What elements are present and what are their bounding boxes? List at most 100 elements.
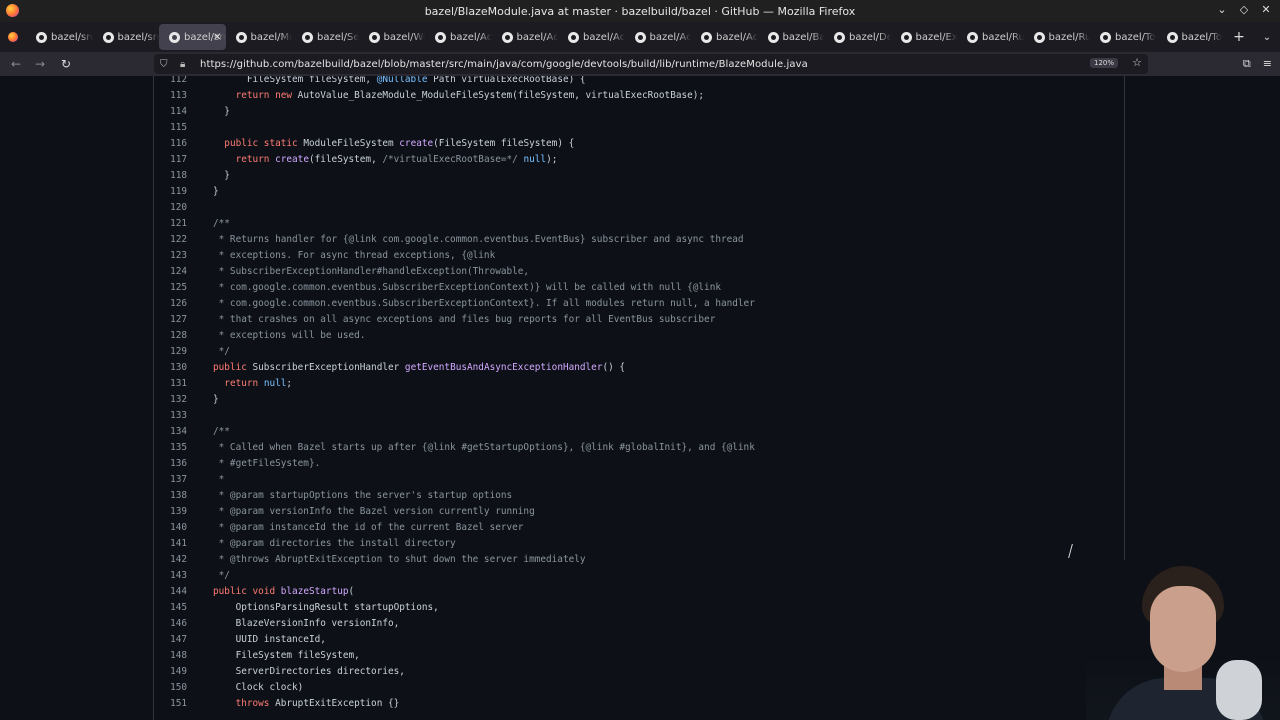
extensions-icon[interactable]: ⧉: [1243, 57, 1251, 71]
line-number[interactable]: 148: [154, 648, 187, 664]
line-number[interactable]: 134: [154, 424, 187, 440]
line-number[interactable]: 138: [154, 488, 187, 504]
github-icon: [102, 31, 114, 43]
line-number[interactable]: 118: [154, 168, 187, 184]
browser-tab[interactable]: bazel/src: [93, 24, 159, 50]
browser-tab[interactable]: bazel/Ex: [891, 24, 957, 50]
code-line: 116 public static ModuleFileSystem creat…: [154, 136, 755, 152]
app-menu-icon[interactable]: ≡: [1263, 57, 1272, 71]
line-number[interactable]: 129: [154, 344, 187, 360]
line-number[interactable]: 120: [154, 200, 187, 216]
code-token: * @throws AbruptExitException to shut do…: [213, 554, 586, 565]
code-line: 150 Clock clock): [154, 680, 755, 696]
github-icon: [568, 31, 579, 43]
github-icon: [435, 31, 446, 43]
browser-tab[interactable]: bazel/src ✕: [159, 24, 226, 50]
close-tab-icon[interactable]: ✕: [213, 32, 221, 43]
browser-tab[interactable]: bazel/src: [26, 24, 93, 50]
line-number[interactable]: 124: [154, 264, 187, 280]
line-number[interactable]: 112: [154, 76, 187, 88]
tab-label: bazel/Ac: [450, 31, 492, 43]
browser-tab[interactable]: bazel/Ac: [492, 24, 558, 50]
new-tab-button[interactable]: +: [1227, 29, 1251, 45]
line-number[interactable]: 128: [154, 328, 187, 344]
tab-label: bazel/Mo: [250, 31, 293, 43]
code-line: 145 OptionsParsingResult startupOptions,: [154, 600, 755, 616]
line-number[interactable]: 146: [154, 616, 187, 632]
reload-icon[interactable]: ↻: [54, 57, 78, 71]
toolbar-right: ⧉ ≡: [1243, 57, 1272, 71]
line-number[interactable]: 139: [154, 504, 187, 520]
browser-tab[interactable]: bazel/Wo: [359, 24, 426, 50]
browser-tab[interactable]: bazel/Ac: [558, 24, 625, 50]
code-line: 122 * Returns handler for {@link com.goo…: [154, 232, 755, 248]
lock-icon[interactable]: 🔒︎: [180, 59, 190, 70]
browser-tab[interactable]: bazel/Ru: [957, 24, 1024, 50]
code-line: 132}: [154, 392, 755, 408]
browser-tab[interactable]: bazel/Ac: [625, 24, 691, 50]
line-number[interactable]: 150: [154, 680, 187, 696]
line-source: /**: [187, 424, 230, 440]
line-number[interactable]: 121: [154, 216, 187, 232]
line-number[interactable]: 142: [154, 552, 187, 568]
maximize-icon[interactable]: ◇: [1238, 3, 1250, 16]
line-number[interactable]: 115: [154, 120, 187, 136]
browser-tab[interactable]: bazel/Ac: [425, 24, 492, 50]
github-icon: [169, 31, 180, 43]
tab-label: bazel/Wo: [383, 31, 426, 43]
bookmark-star-icon[interactable]: ☆: [1132, 56, 1142, 69]
browser-tab[interactable]: bazel/De: [824, 24, 891, 50]
line-number[interactable]: 149: [154, 664, 187, 680]
line-number[interactable]: 136: [154, 456, 187, 472]
line-number[interactable]: 116: [154, 136, 187, 152]
line-number[interactable]: 144: [154, 584, 187, 600]
back-arrow-icon[interactable]: ←: [4, 57, 28, 71]
browser-tab[interactable]: bazel/Se: [292, 24, 359, 50]
line-number[interactable]: 125: [154, 280, 187, 296]
code-token: * @param directories the install directo…: [213, 538, 456, 549]
line-number[interactable]: 145: [154, 600, 187, 616]
line-number[interactable]: 140: [154, 520, 187, 536]
line-source: * com.google.common.eventbus.SubscriberE…: [187, 280, 721, 296]
browser-tab[interactable]: bazel/Ru: [1024, 24, 1090, 50]
url-text[interactable]: https://github.com/bazelbuild/bazel/blob…: [200, 59, 808, 70]
minimize-icon[interactable]: ⌄: [1216, 3, 1228, 16]
firefox-view-button[interactable]: [0, 22, 26, 52]
browser-tab[interactable]: bazel/Ac: [691, 24, 758, 50]
line-number[interactable]: 113: [154, 88, 187, 104]
line-number[interactable]: 127: [154, 312, 187, 328]
address-bar[interactable]: ⛉ 🔒︎ https://github.com/bazelbuild/bazel…: [154, 54, 1148, 74]
browser-tab[interactable]: bazel/Ba: [758, 24, 824, 50]
forward-arrow-icon[interactable]: →: [28, 57, 52, 71]
line-number[interactable]: 130: [154, 360, 187, 376]
line-number[interactable]: 114: [154, 104, 187, 120]
tab-label: bazel/Ru: [982, 31, 1024, 43]
zoom-level-badge[interactable]: 120%: [1089, 58, 1118, 68]
line-number[interactable]: 132: [154, 392, 187, 408]
line-number[interactable]: 122: [154, 232, 187, 248]
tracking-shield-icon[interactable]: ⛉: [160, 59, 170, 70]
line-number[interactable]: 137: [154, 472, 187, 488]
browser-tab[interactable]: bazel/To: [1157, 24, 1224, 50]
list-all-tabs-button[interactable]: ⌄: [1257, 32, 1277, 43]
browser-tab[interactable]: bazel/Mo: [226, 24, 293, 50]
line-number[interactable]: 117: [154, 152, 187, 168]
browser-tab[interactable]: bazel/To: [1090, 24, 1157, 50]
line-number[interactable]: 126: [154, 296, 187, 312]
line-number[interactable]: 119: [154, 184, 187, 200]
close-window-icon[interactable]: ✕: [1260, 3, 1272, 16]
line-number[interactable]: 133: [154, 408, 187, 424]
code-token: /**: [213, 426, 230, 437]
line-number[interactable]: 135: [154, 440, 187, 456]
line-number[interactable]: 151: [154, 696, 187, 712]
line-number[interactable]: 131: [154, 376, 187, 392]
line-number[interactable]: 123: [154, 248, 187, 264]
code-line: 147 UUID instanceId,: [154, 632, 755, 648]
github-icon: [834, 31, 845, 43]
line-number[interactable]: 141: [154, 536, 187, 552]
line-number[interactable]: 143: [154, 568, 187, 584]
code-token: ModuleFileSystem: [297, 138, 400, 149]
code-token: }: [213, 106, 230, 117]
line-number[interactable]: 147: [154, 632, 187, 648]
